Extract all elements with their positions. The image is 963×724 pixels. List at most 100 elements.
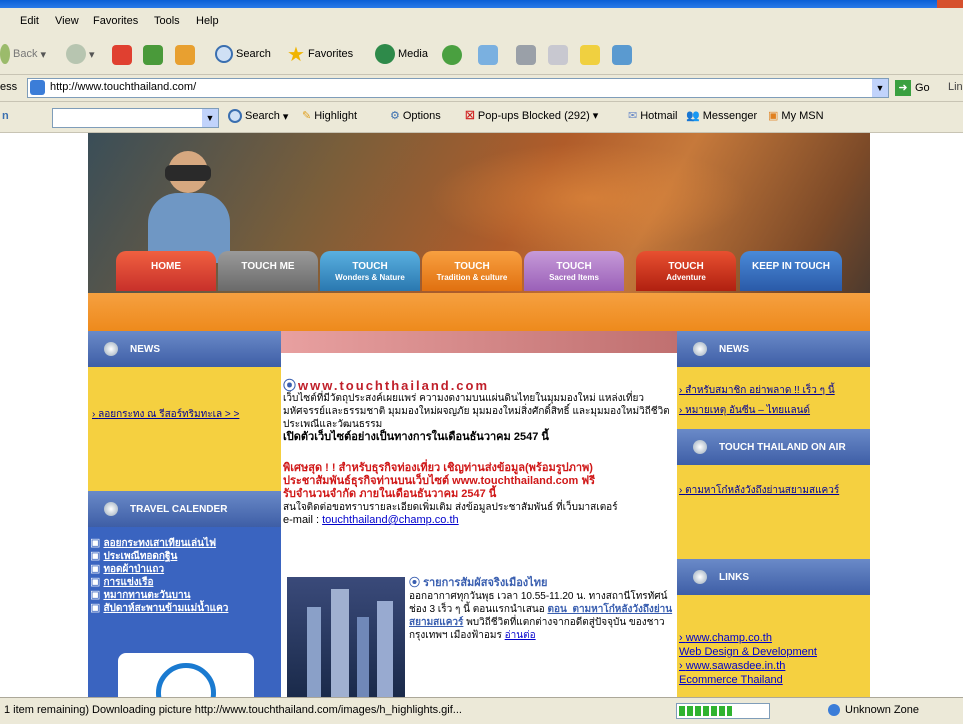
history-icon[interactable]: [442, 45, 462, 65]
travel-item[interactable]: ▣ ประเพณีทอดกฐิน: [90, 550, 277, 563]
my-msn-label: My MSN: [781, 109, 824, 122]
page-margin-left: [0, 133, 88, 697]
calendar-logo-image: [118, 653, 254, 697]
left-sidebar: NEWS › ลอยกระทง ณ รีสอร์ทริมทะเล > > TRA…: [88, 331, 281, 697]
link-description[interactable]: Web Design & Development: [679, 645, 817, 659]
mail-icon[interactable]: [478, 45, 498, 65]
msn-dropdown-icon[interactable]: ▼: [202, 109, 218, 127]
links-header: LINKS: [677, 559, 870, 595]
open-notice: เปิดตัวเว็บไซต์อย่างเป็นทางการในเดือนธัน…: [283, 431, 549, 443]
msn-search-button[interactable]: Search ▾: [228, 109, 288, 123]
on-air-link[interactable]: › ตามหาโก๋หลังวังถึงย่านสยามสแควร์: [679, 483, 839, 498]
site-intro: เว็บไซต์ที่มีวัตถุประสงค์เผยแพร่ ความงดง…: [283, 393, 670, 430]
hotmail-icon: ✉: [628, 110, 638, 122]
media-icon: [375, 44, 395, 64]
stop-icon[interactable]: [112, 45, 132, 65]
nav-keep-in-touch[interactable]: KEEP IN TOUCH: [740, 251, 842, 291]
close-window-button[interactable]: [937, 0, 963, 8]
menu-edit[interactable]: Edit: [20, 15, 39, 27]
travel-item[interactable]: ▣ ลอยกระทงเสาเทียนเล่นไฟ: [90, 537, 277, 550]
special-line-1: พิเศษสุด ! ! สำหรับธุรกิจท่องเที่ยว เชิญ…: [283, 462, 593, 474]
menu-view[interactable]: View: [55, 15, 79, 27]
page-margin-right: [870, 133, 963, 697]
go-button[interactable]: ➜ Go: [895, 79, 955, 97]
highlight-label: Highlight: [314, 109, 358, 122]
right-news-header: NEWS: [677, 331, 870, 367]
security-zone: Unknown Zone: [845, 704, 919, 716]
menu-tools[interactable]: Tools: [154, 15, 180, 27]
nav-wonders-nature[interactable]: TOUCH Wonders & Nature: [320, 251, 420, 291]
address-dropdown-icon[interactable]: ▼: [872, 79, 888, 97]
forward-button[interactable]: ▾: [66, 43, 95, 65]
left-news-link[interactable]: › ลอยกระทง ณ รีสอร์ทริมทะเล > >: [92, 407, 239, 422]
special-line-3: รับจำนวนจำกัด ภายในเดือนธันวาคม 2547 นี้: [283, 488, 497, 500]
discuss-icon[interactable]: [580, 45, 600, 65]
web-page: HOME TOUCH ME TOUCH Wonders & Nature TOUC…: [0, 133, 963, 697]
bullet-icon: [104, 342, 118, 356]
hotmail-label: Hotmail: [640, 109, 678, 122]
messenger-icon[interactable]: [612, 45, 632, 65]
edit-icon[interactable]: [548, 45, 568, 65]
travel-item[interactable]: ▣ สัปดาห์สะพานข้ามแม่น้ำแคว: [90, 602, 277, 615]
contact-text: สนใจติดต่อขอทราบรายละเอียดเพิ่มเติม ส่งข…: [283, 502, 618, 513]
email-link[interactable]: touchthailand@champ.co.th: [322, 514, 459, 526]
bullet-icon: [693, 570, 707, 584]
popups-blocked-button[interactable]: ☒ Pop-ups Blocked (292) ▾: [465, 109, 598, 123]
highlight-button[interactable]: ✎ Highlight: [302, 109, 358, 123]
highlighter-icon: ✎: [302, 110, 312, 122]
links-label[interactable]: Lin: [948, 81, 963, 93]
nav-tradition-culture[interactable]: TOUCH Tradition & culture: [422, 251, 522, 291]
msn-search-label: Search: [245, 110, 280, 122]
travel-item[interactable]: ▣ ทอดผ้าป่าแถว: [90, 563, 277, 576]
read-more-link[interactable]: อ่านต่อ: [505, 630, 536, 641]
site-banner: HOME TOUCH ME TOUCH Wonders & Nature TOUC…: [88, 133, 870, 293]
bullet-icon: [693, 342, 707, 356]
travel-item[interactable]: ▣ หมากทานตะวันบาน: [90, 589, 277, 602]
popups-label: Pop-ups Blocked (292): [477, 109, 590, 122]
go-label: Go: [915, 82, 930, 94]
my-msn-icon: ▣: [768, 110, 779, 122]
address-label: ess: [0, 81, 18, 93]
bullet-icon: [693, 440, 707, 454]
messenger-button[interactable]: 👥 Messenger: [686, 109, 757, 123]
nav-adventure[interactable]: TOUCH Adventure: [636, 251, 736, 291]
print-icon[interactable]: [516, 45, 536, 65]
right-news-item[interactable]: › หมายเหตุ อันซีน – ไทยแลนด์: [679, 401, 835, 421]
msn-search-input[interactable]: ▼: [52, 108, 219, 128]
program-title: ⦿ รายการสัมผัสจริงเมืองไทย: [409, 577, 548, 589]
address-url: http://www.touchthailand.com/: [50, 81, 197, 93]
travel-item[interactable]: ▣ การแข่งเรือ: [90, 576, 277, 589]
options-icon: ⚙: [390, 110, 400, 122]
back-button[interactable]: Back ▾: [0, 43, 46, 65]
media-button[interactable]: Media: [375, 43, 428, 65]
options-button[interactable]: ⚙ Options: [390, 109, 441, 123]
window-title-bar: [0, 0, 963, 8]
travel-calender-header: TRAVEL CALENDER: [88, 491, 281, 527]
city-night-photo: [287, 577, 405, 697]
search-button[interactable]: Search: [215, 43, 271, 65]
nav-home[interactable]: HOME: [116, 251, 216, 291]
my-msn-button[interactable]: ▣ My MSN: [768, 109, 824, 123]
forward-arrow-icon: [66, 44, 86, 64]
menu-help[interactable]: Help: [196, 15, 219, 27]
menu-bar: Edit View Favorites Tools Help: [0, 8, 963, 35]
right-news-item[interactable]: › สำหรับสมาชิก อย่าพลาด !! เร็ว ๆ นี้: [679, 381, 835, 401]
nav-sacred-items[interactable]: TOUCH Sacred Items: [524, 251, 624, 291]
link-description[interactable]: Ecommerce Thailand: [679, 673, 817, 687]
left-news-box: [88, 367, 281, 487]
address-input[interactable]: http://www.touchthailand.com/ ▼: [27, 78, 889, 98]
right-sidebar: NEWS › สำหรับสมาชิก อย่าพลาด !! เร็ว ๆ น…: [677, 331, 870, 697]
address-bar: ess http://www.touchthailand.com/ ▼ ➜ Go…: [0, 75, 963, 102]
msn-logo-icon: n: [2, 110, 9, 122]
download-progress-bar: [676, 703, 770, 719]
link-item[interactable]: › www.sawasdee.in.th: [679, 659, 817, 673]
favorites-button[interactable]: ★ Favorites: [287, 43, 353, 66]
menu-favorites[interactable]: Favorites: [93, 15, 138, 27]
hotmail-button[interactable]: ✉ Hotmail: [628, 109, 678, 123]
home-icon[interactable]: [175, 45, 195, 65]
nav-touch-me[interactable]: TOUCH ME: [218, 251, 318, 291]
highlights-header-image: [281, 331, 677, 353]
standard-toolbar: Back ▾ ▾ Search ★ Favorites Media: [0, 34, 963, 75]
refresh-icon[interactable]: [143, 45, 163, 65]
link-item[interactable]: › www.champ.co.th: [679, 631, 817, 645]
